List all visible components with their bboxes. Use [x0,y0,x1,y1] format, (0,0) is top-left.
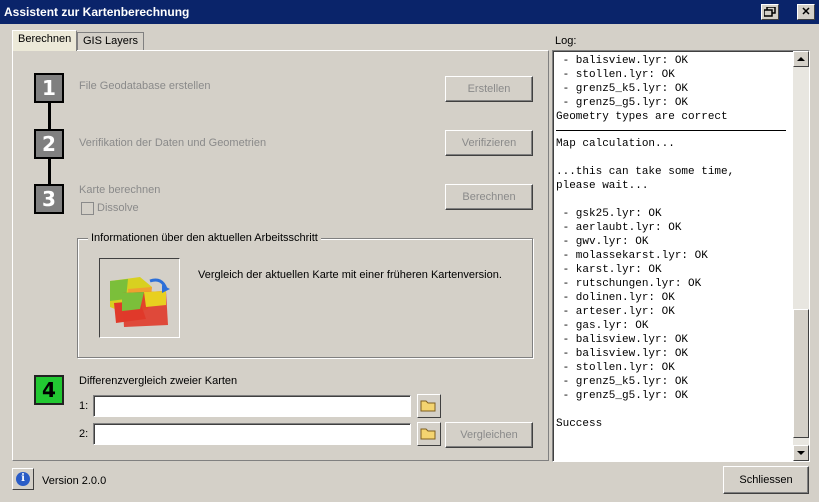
info-icon: i [16,472,30,486]
button-label: Schliessen [739,474,793,486]
info-groupbox-title: Informationen über den aktuellen Arbeits… [88,232,321,244]
restore-button[interactable] [761,4,779,20]
vergleichen-button[interactable]: Vergleichen [445,422,533,448]
tab-label: Berechnen [18,33,72,45]
log-line: - arteser.lyr: OK [556,306,675,318]
title-bar[interactable]: Assistent zur Kartenberechnung ✕ [0,0,819,24]
tab-gis-layers[interactable]: GIS Layers [77,32,145,50]
log-line: - aerlaubt.lyr: OK [556,222,682,234]
step-number: 3 [42,187,56,211]
arrow-up-icon [797,57,805,61]
log-line: - gas.lyr: OK [556,320,649,332]
dissolve-checkbox[interactable] [81,202,94,215]
field-1-label: 1: [79,400,89,412]
step-3-label: Karte berechnen [79,184,161,196]
info-description: Vergleich der aktuellen Karte mit einer … [198,269,502,281]
step-2-badge: 2 [34,129,64,159]
log-separator [556,130,786,131]
tab-label: GIS Layers [83,35,139,47]
step-1-badge: 1 [34,73,64,103]
version-label: Version 2.0.0 [42,475,107,487]
browse-map-2-button[interactable] [417,422,441,446]
log-line: - balisview.lyr: OK [556,55,689,67]
step-connector [48,157,51,185]
log-line: - grenz5_k5.lyr: OK [556,83,689,95]
scroll-down-button[interactable] [793,445,809,461]
button-label: Verifizieren [461,137,517,149]
log-textbox[interactable]: - balisview.lyr: OK - stollen.lyr: OK - … [552,50,810,462]
close-window-button[interactable]: ✕ [797,4,815,20]
tab-berechnen[interactable]: Berechnen [12,30,78,51]
schliessen-button[interactable]: Schliessen [723,466,809,494]
step-3-badge: 3 [34,184,64,214]
folder-icon [420,400,436,412]
log-line: ...this can take some time, [556,166,735,178]
erstellen-button[interactable]: Erstellen [445,76,533,102]
log-line: - molassekarst.lyr: OK [556,250,708,262]
map-2-path-input[interactable] [93,423,411,445]
log-line: - dolinen.lyr: OK [556,292,675,304]
log-line: - gwv.lyr: OK [556,236,649,248]
log-line: Geometry types are correct [556,111,728,123]
browse-map-1-button[interactable] [417,394,441,418]
close-icon: ✕ [801,6,811,18]
restore-icon [763,6,776,17]
log-line: - grenz5_g5.lyr: OK [556,97,689,109]
log-label: Log: [555,35,577,47]
button-label: Erstellen [467,83,511,95]
log-line: - rutschungen.lyr: OK [556,278,702,290]
step-connector [48,100,51,130]
button-label: Vergleichen [460,429,518,441]
log-line: please wait... [556,180,649,192]
scroll-up-button[interactable] [793,51,809,67]
log-line: - stollen.lyr: OK [556,362,675,374]
folder-icon [420,428,436,440]
log-scrollbar[interactable] [793,51,809,461]
button-label: Berechnen [462,191,516,203]
log-line: - balisview.lyr: OK [556,348,689,360]
log-line: - stollen.lyr: OK [556,69,675,81]
step-1-label: File Geodatabase erstellen [79,80,211,92]
map-compare-image [110,277,170,327]
step-number: 4 [42,378,56,402]
verifizieren-button[interactable]: Verifizieren [445,130,533,156]
log-line: Success [556,418,603,430]
log-content: - balisview.lyr: OK - stollen.lyr: OK - … [556,54,792,431]
dissolve-checkbox-label: Dissolve [97,202,139,214]
map-compare-icon [99,258,180,338]
log-line: Map calculation... [556,138,675,150]
step-4-label: Differenzvergleich zweier Karten [79,375,238,387]
step-4-badge: 4 [34,375,64,405]
log-line: - gsk25.lyr: OK [556,208,662,220]
log-line: - grenz5_g5.lyr: OK [556,390,689,402]
map-1-path-input[interactable] [93,395,411,417]
log-line: - balisview.lyr: OK [556,334,689,346]
step-number: 1 [42,76,56,100]
step-number: 2 [42,132,56,156]
step-2-label: Verifikation der Daten und Geometrien [79,137,267,149]
window-title: Assistent zur Kartenberechnung [4,5,190,19]
log-line: - karst.lyr: OK [556,264,662,276]
dialog-window: Assistent zur Kartenberechnung ✕ Berechn… [0,0,819,502]
berechnen-button[interactable]: Berechnen [445,184,533,210]
log-line: - grenz5_k5.lyr: OK [556,376,689,388]
scroll-thumb[interactable] [793,309,809,438]
field-2-label: 2: [79,428,89,440]
info-button[interactable]: i [12,468,34,490]
arrow-down-icon [797,451,805,455]
